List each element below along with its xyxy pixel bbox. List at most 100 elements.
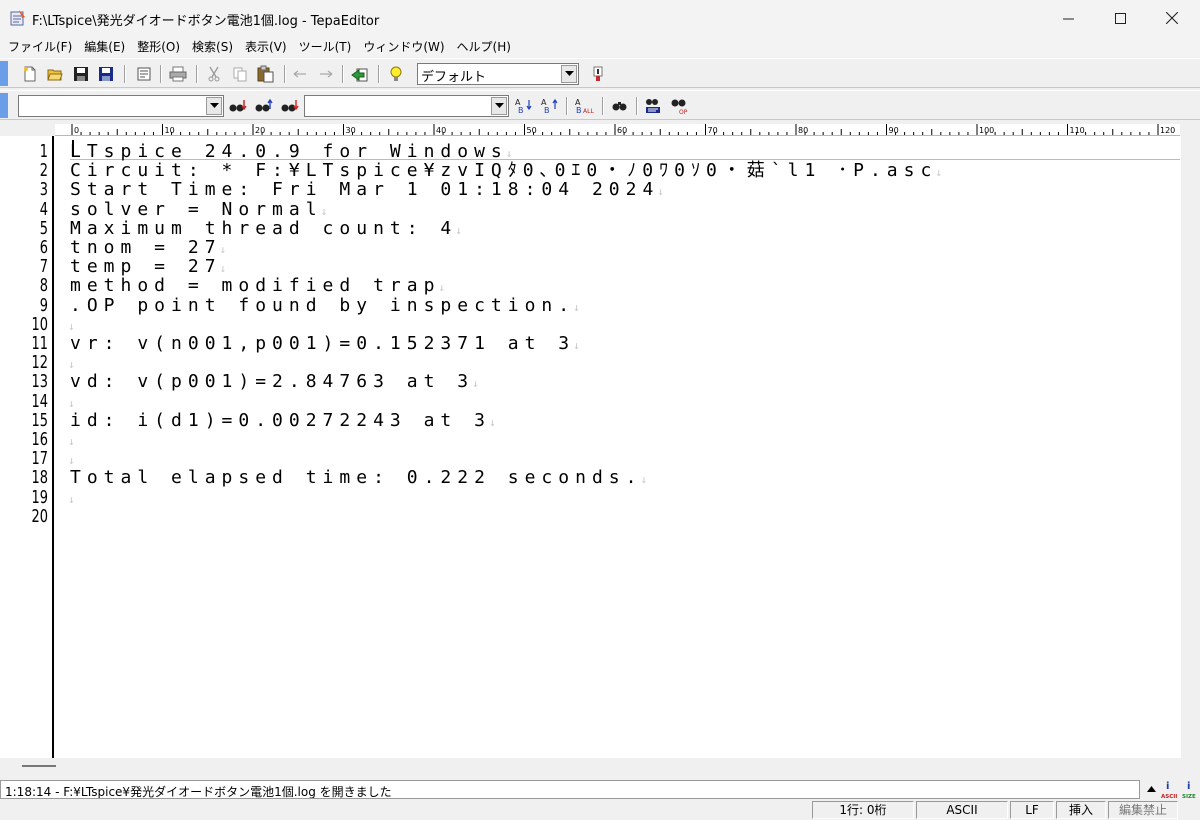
column-ruler: 0 10 20 30 40 50 60 70 80 90 100 110 120 — [55, 124, 1180, 136]
menu-search[interactable]: 検索(S) — [188, 38, 241, 55]
menu-window[interactable]: ウィンドウ(W) — [359, 38, 452, 55]
open-file-button[interactable] — [45, 64, 65, 84]
print-button[interactable] — [168, 64, 188, 84]
horizontal-scroll-area[interactable] — [0, 758, 1200, 780]
text-line[interactable]: temp = 27↓ — [70, 257, 226, 276]
paste-button[interactable] — [256, 64, 276, 84]
text-line[interactable]: LTspice 24.0.9 for Windows↓ — [70, 142, 512, 161]
menu-help[interactable]: ヘルプ(H) — [453, 38, 519, 55]
grep-button[interactable] — [644, 96, 664, 116]
edit-lock-indicator[interactable]: 編集禁止 — [1108, 801, 1178, 819]
text-line[interactable]: vd: v(p001)=2.84763 at 3↓ — [70, 372, 479, 391]
binoculars-up-icon — [255, 98, 273, 112]
eol-mark: ↓ — [68, 396, 75, 410]
text-line[interactable]: ↓ — [68, 392, 75, 411]
toolbar-grip[interactable] — [0, 93, 8, 118]
toolbar-separator — [124, 65, 126, 83]
new-file-icon — [24, 66, 36, 82]
cut-button[interactable] — [204, 64, 224, 84]
jump-button[interactable] — [350, 64, 370, 84]
menu-file[interactable]: ファイル(F) — [4, 38, 80, 55]
toolbar-separator — [160, 65, 162, 83]
text-line[interactable]: Total elapsed time: 0.222 seconds.↓ — [70, 468, 647, 487]
text-line[interactable]: ↓ — [68, 353, 75, 372]
menu-edit[interactable]: 編集(E) — [80, 38, 133, 55]
undo-button[interactable] — [290, 64, 310, 84]
mode-select-value: デフォルト — [421, 70, 487, 85]
menu-view[interactable]: 表示(V) — [241, 38, 295, 55]
ruler-label: 80 — [798, 126, 808, 135]
hint-button[interactable] — [386, 64, 406, 84]
replace-prev-button[interactable]: AB — [540, 96, 560, 116]
new-file-button[interactable] — [20, 64, 40, 84]
text-line[interactable]: Maximum thread count: 4↓ — [70, 219, 462, 238]
replace-all-button[interactable]: A B ALL — [574, 96, 594, 116]
menu-tools[interactable]: ツール(T) — [295, 38, 360, 55]
close-button[interactable] — [1146, 0, 1198, 36]
eol-mark: ↓ — [935, 166, 942, 180]
encoding-indicator[interactable]: ASCII — [916, 801, 1008, 819]
ruler-label: 70 — [708, 126, 718, 135]
eol-mark: ↓ — [219, 243, 227, 256]
text-line[interactable]: .OP point found by inspection.↓ — [70, 296, 580, 315]
toolbar-grip[interactable] — [0, 61, 8, 86]
search-dialog-button[interactable] — [610, 96, 630, 116]
minimize-button[interactable] — [1042, 0, 1094, 36]
size-info-icon[interactable]: i SIZE — [1182, 781, 1196, 800]
insert-mode-indicator[interactable]: 挿入 — [1056, 801, 1106, 819]
text-content[interactable]: LTspice 24.0.9 for Windows↓ Circuit: * F… — [68, 136, 1170, 758]
replace-input[interactable] — [304, 95, 509, 117]
binoculars-op-icon: OP — [671, 99, 688, 115]
text-line[interactable]: ↓ — [68, 315, 75, 334]
search-history-dropdown[interactable] — [206, 97, 222, 115]
text-line[interactable]: ↓ — [68, 449, 75, 468]
line-number: 11 — [31, 333, 48, 354]
scroll-up-icon[interactable] — [1147, 786, 1156, 792]
find-all-button[interactable] — [280, 96, 300, 116]
chevron-down-icon — [494, 103, 504, 108]
close-icon — [1166, 12, 1178, 24]
menu-format[interactable]: 整形(O) — [133, 38, 188, 55]
eol-mark: ↓ — [573, 300, 580, 314]
text-line[interactable]: Start Time: Fri Mar 1 01:18:04 2024↓ — [70, 180, 664, 199]
find-next-button[interactable] — [228, 96, 248, 116]
maximize-button[interactable] — [1094, 0, 1146, 36]
save-button[interactable] — [71, 64, 91, 84]
redo-button[interactable] — [316, 64, 336, 84]
line-number: 14 — [31, 390, 48, 412]
save-all-button[interactable] — [96, 64, 116, 84]
mode-settings-button[interactable] — [588, 64, 608, 84]
text-line[interactable]: id: i(d1)=0.00272243 at 3↓ — [70, 411, 496, 430]
mode-select[interactable]: デフォルト — [417, 63, 579, 85]
status-icons: i ASCII i SIZE — [1147, 781, 1196, 800]
text-line[interactable]: Circuit: * F:¥LTspice¥zvIQﾀ0､0ｴ0・ﾉ0ﾜ0ｿ0・… — [70, 161, 942, 180]
search-input[interactable] — [18, 95, 224, 117]
text-line[interactable]: ↓ — [68, 430, 75, 449]
line-number: 7 — [39, 256, 48, 278]
replace-history-dropdown[interactable] — [491, 97, 507, 115]
binoculars-icon — [612, 102, 627, 111]
replace-next-button[interactable]: AB — [514, 96, 534, 116]
horizontal-scroll-thumb[interactable] — [22, 765, 56, 767]
text-line[interactable]: solver = Normal↓ — [70, 200, 327, 219]
file-info-button[interactable] — [134, 64, 154, 84]
text-editor[interactable]: 1 2 3 4 5 6 7 8 9 10 11 12 13 14 15 16 17 18 19 20 LTspice … — [0, 136, 1200, 758]
text-line[interactable]: tnom = 27↓ — [70, 238, 226, 257]
toolbar-separator — [602, 97, 604, 115]
menu-bar: ファイル(F) 編集(E) 整形(O) 検索(S) 表示(V) ツール(T) ウ… — [0, 36, 1200, 57]
text-line[interactable]: method = modified trap↓ — [70, 276, 445, 295]
search-op-button[interactable]: OP — [670, 96, 690, 116]
text-line[interactable]: ↓ — [68, 488, 75, 507]
vertical-scrollbar[interactable] — [1181, 124, 1200, 758]
copy-button[interactable] — [230, 64, 250, 84]
arrow-right-icon — [320, 70, 333, 78]
newline-indicator[interactable]: LF — [1010, 801, 1054, 819]
mode-select-dropdown[interactable] — [561, 65, 577, 83]
main-toolbar: デフォルト — [0, 58, 1200, 88]
eol-mark: ↓ — [455, 223, 462, 237]
find-prev-button[interactable] — [254, 96, 274, 116]
chevron-down-icon — [564, 71, 574, 76]
ruler-label: 110 — [1070, 126, 1085, 135]
ascii-info-icon[interactable]: i ASCII — [1161, 781, 1177, 800]
text-line[interactable]: vr: v(n001,p001)=0.152371 at 3↓ — [70, 334, 580, 353]
